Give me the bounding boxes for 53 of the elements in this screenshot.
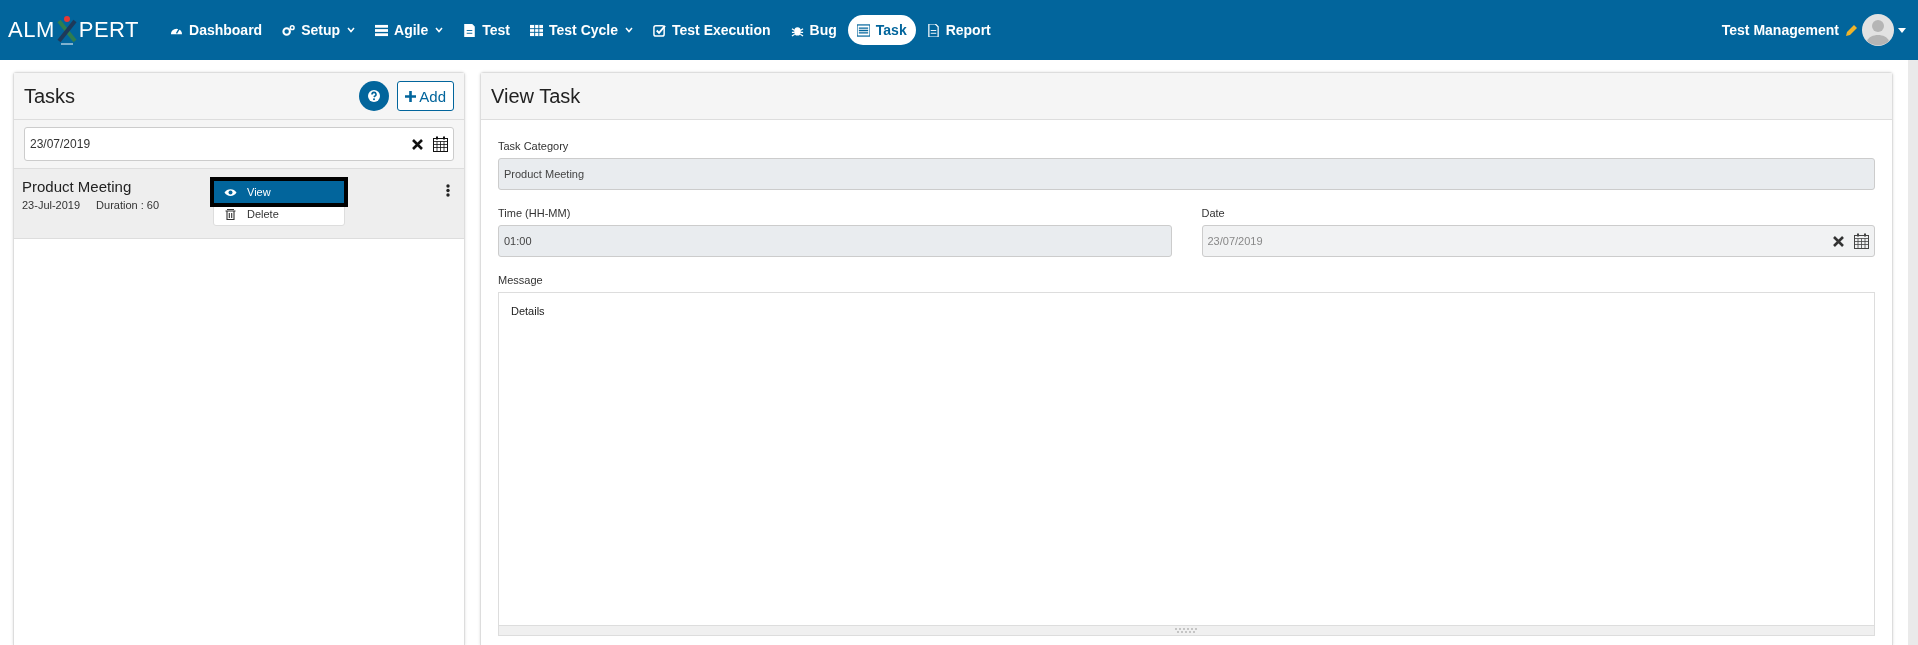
pencil-icon[interactable] [1845,23,1858,37]
caret-icon[interactable] [1898,27,1906,33]
trash-icon [224,208,237,220]
nav-tab[interactable]: Setup [273,15,365,45]
eye-icon [224,187,237,197]
help-button[interactable] [359,81,390,111]
resize-handle[interactable] [499,625,1874,635]
time-field[interactable]: 01:00 [498,225,1172,257]
nav-tab[interactable]: Report [917,15,1000,45]
date-field[interactable]: 23/07/2019 [1201,225,1875,257]
clear-icon[interactable] [1833,235,1844,247]
list-icon [375,23,389,37]
message-text: Details [511,305,545,317]
task-list-item[interactable]: Product Meeting 23-Jul-2019 Duration : 60 View Delete [14,169,464,239]
nav-tab[interactable]: Test Execution [644,15,780,45]
avatar-icon[interactable] [1862,14,1894,46]
logo-x-icon [55,15,78,45]
nav-tab[interactable]: Test Cycle [521,15,643,45]
user-name[interactable]: Test Management [1721,22,1839,38]
panel-title: Tasks [24,84,77,108]
task-date: 23-Jul-2019 [22,199,81,211]
clear-icon[interactable] [412,138,423,150]
question-icon [368,90,381,102]
scrollbar[interactable] [1908,60,1918,645]
nav-tab[interactable]: Bug [781,15,846,45]
task-title: Product Meeting [22,178,132,195]
message-editor[interactable]: Details [498,292,1875,636]
date-filter-field[interactable]: 23/07/2019 [24,127,454,161]
field-label: Date [1201,207,1226,219]
add-button[interactable]: Add [397,81,454,111]
task-duration: Duration : 60 [96,199,160,211]
gears-icon [282,23,296,37]
checkbox-icon [653,23,667,37]
table-icon [530,23,544,37]
plus-icon [405,90,417,102]
nav-tab[interactable]: Task [847,15,916,45]
calendar-icon[interactable] [433,136,448,152]
calendar-icon[interactable] [1854,233,1869,249]
panel-title: View Task [491,84,582,108]
logo-text: ALM [8,17,55,43]
menu-item[interactable]: Delete [214,203,344,225]
field-label: Task Category [498,140,570,152]
nav-tab[interactable]: Test [454,15,520,45]
kebab-menu-icon[interactable] [446,184,450,197]
field-label: Time (HH-MM) [498,207,572,219]
document-icon [926,23,940,37]
nav-tab[interactable]: Dashboard [161,15,272,45]
field-label: Message [498,274,544,286]
logo-text: PERT [78,17,140,43]
task-category-field[interactable]: Product Meeting [498,158,1875,190]
list-icon [856,23,870,37]
document-icon [463,23,477,37]
nav-tab[interactable]: Agile [366,15,453,45]
